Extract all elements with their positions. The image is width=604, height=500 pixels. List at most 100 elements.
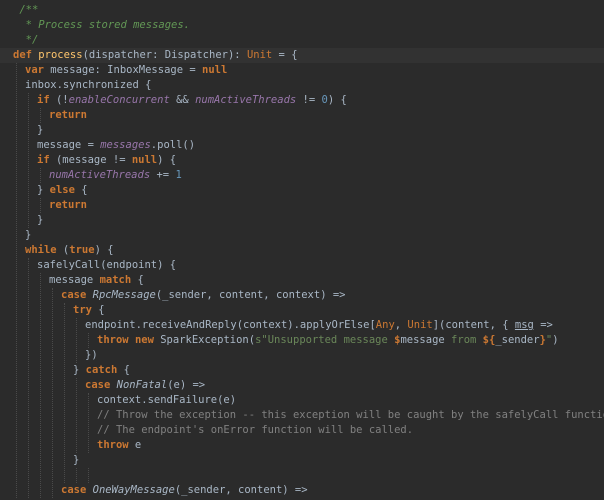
code-token: ) { xyxy=(157,154,177,166)
code-token: { xyxy=(74,184,88,196)
code-token: return xyxy=(49,109,87,121)
code-token: messages xyxy=(100,139,151,151)
code-token: true xyxy=(69,244,95,256)
code-line-text: } xyxy=(37,123,43,138)
indent-guide xyxy=(76,468,77,483)
code-token: case xyxy=(61,289,87,301)
code-line-text: } xyxy=(73,453,79,468)
indent-guide xyxy=(40,168,41,183)
code-token: msg xyxy=(514,319,534,331)
code-token: RpcMessage xyxy=(92,289,156,301)
code-line-text: if (message != null) { xyxy=(37,153,176,168)
code-line-text: return xyxy=(49,108,87,123)
code-token: Any xyxy=(375,319,395,331)
indent-guide xyxy=(16,63,17,498)
code-token: */ xyxy=(13,34,39,46)
code-token: } xyxy=(73,454,80,466)
code-token: * Process stored messages. xyxy=(13,19,191,31)
code-line-text: var message: InboxMessage = null xyxy=(25,63,227,78)
code-line-text: throw new SparkException(s"Unsupported m… xyxy=(97,333,559,348)
code-token: safelyCall(endpoint) { xyxy=(37,259,177,271)
code-token: Unit xyxy=(407,319,433,331)
code-line-text: case OneWayMessage(_sender, content) => xyxy=(61,483,308,498)
code-token: numActiveThreads xyxy=(49,169,151,181)
code-token: if xyxy=(37,94,50,106)
code-line-text: // The endpoint's onError function will … xyxy=(97,423,413,438)
code-token: null xyxy=(202,64,228,76)
code-token: ${ xyxy=(482,334,496,346)
indent-guide xyxy=(76,318,77,363)
code-line-text: message = messages.poll() xyxy=(37,138,195,153)
code-line-text: return xyxy=(49,198,87,213)
code-token: } xyxy=(25,229,32,241)
code-line-text: def process(dispatcher: Dispatcher): Uni… xyxy=(13,48,298,63)
code-token: { xyxy=(91,304,105,316)
code-token: ](content, { xyxy=(432,319,515,331)
code-line-text: try { xyxy=(73,303,105,318)
code-token: // Throw the exception -- this exception… xyxy=(97,409,604,421)
code-token: endpoint.receiveAndReply(context).applyO… xyxy=(85,319,376,331)
code-token: new xyxy=(134,334,154,346)
code-token: ) xyxy=(552,334,559,346)
code-token: ( xyxy=(56,244,70,256)
code-line-text: if (!enableConcurrent && numActiveThread… xyxy=(37,93,347,108)
code-line: def process(dispatcher: Dispatcher): Uni… xyxy=(0,48,604,63)
code-token: process xyxy=(38,49,83,61)
code-token: += xyxy=(150,169,176,181)
code-token: .poll() xyxy=(150,139,196,151)
code-token: , xyxy=(394,319,408,331)
code-token: ) { xyxy=(327,94,347,106)
code-token: _sender xyxy=(495,334,540,346)
code-line-text: numActiveThreads += 1 xyxy=(49,168,182,183)
code-line-text: } xyxy=(37,213,43,228)
indent-guide xyxy=(88,393,89,453)
code-token: message xyxy=(400,334,445,346)
code-token: } xyxy=(37,214,44,226)
code-line-text: context.sendFailure(e) xyxy=(97,393,236,408)
indent-guide xyxy=(40,273,41,498)
code-token: else xyxy=(49,184,75,196)
code-token: s"Unsupported message xyxy=(255,334,395,346)
indent-guide xyxy=(40,198,41,213)
code-line-text: message match { xyxy=(49,273,144,288)
code-token: SparkException( xyxy=(153,334,256,346)
code-token: return xyxy=(49,199,87,211)
code-token: /** xyxy=(13,4,39,16)
indent-guide xyxy=(52,288,53,498)
code-line-text: */ xyxy=(13,33,39,48)
code-token: context.sendFailure(e) xyxy=(97,394,237,406)
indent-guide xyxy=(64,303,65,483)
code-line-text: } xyxy=(25,228,31,243)
code-token: ) { xyxy=(94,244,114,256)
indent-guide xyxy=(28,258,29,498)
code-token: throw xyxy=(97,334,129,346)
code-token: != xyxy=(296,94,322,106)
code-token: OneWayMessage xyxy=(92,484,175,496)
code-token: NonFatal xyxy=(116,379,168,391)
code-token: } xyxy=(73,364,86,376)
code-token: while xyxy=(25,244,57,256)
code-token: from xyxy=(444,334,483,346)
code-token: } xyxy=(37,124,44,136)
code-line-text: /** xyxy=(13,3,38,18)
code-token: catch xyxy=(85,364,118,376)
code-token: case xyxy=(61,484,87,496)
indent-guide xyxy=(40,108,41,123)
code-token: = { xyxy=(272,49,298,61)
code-token: (_sender, content, context) => xyxy=(155,289,346,301)
code-token: def xyxy=(13,49,32,61)
code-line-text: throw e xyxy=(97,438,141,453)
code-line-text: case RpcMessage(_sender, content, contex… xyxy=(61,288,346,303)
code-line-text: }) xyxy=(85,348,98,363)
code-token: enableConcurrent xyxy=(68,94,170,106)
indent-guide xyxy=(28,93,29,228)
code-token: var xyxy=(25,64,44,76)
code-line-text: safelyCall(endpoint) { xyxy=(37,258,176,273)
code-token: e xyxy=(128,439,142,451)
code-token: }) xyxy=(85,349,98,361)
code-token: Unit xyxy=(246,49,273,61)
code-editor[interactable]: /** * Process stored messages. */ def pro… xyxy=(0,0,604,500)
code-token: message = xyxy=(37,139,101,151)
code-line-text: * Process stored messages. xyxy=(13,18,190,33)
indent-guide xyxy=(88,333,89,348)
